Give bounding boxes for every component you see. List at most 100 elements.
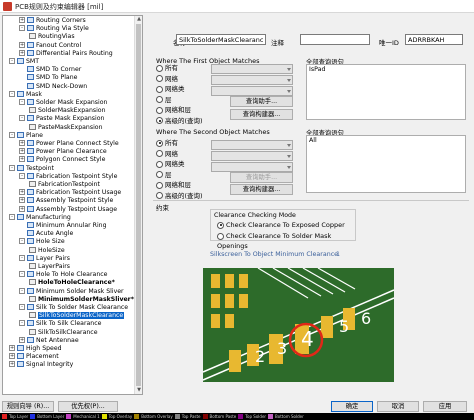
expand-icon[interactable]: +: [19, 156, 25, 163]
collapse-icon[interactable]: -: [19, 238, 25, 245]
tree-category-item[interactable]: + Fabrication Testpoint Usage: [19, 189, 121, 197]
first-combo-3[interactable]: [211, 86, 293, 96]
cancel-button[interactable]: 取消: [377, 401, 419, 412]
tree-category-item[interactable]: - Fabrication Testpoint Style: [19, 172, 117, 181]
tree-rule-item[interactable]: MinimumSolderMaskSliver*: [29, 295, 134, 304]
layer-tab[interactable]: Mechanical 1: [64, 413, 100, 420]
second-combo-2[interactable]: [211, 151, 293, 161]
layer-tab[interactable]: Bottom Layer: [28, 413, 64, 420]
radio-icon[interactable]: [156, 139, 163, 147]
tree-category-item[interactable]: - Solder Mask Expansion: [19, 99, 107, 107]
collapse-icon[interactable]: -: [9, 164, 15, 171]
tree-category-item[interactable]: - Testpoint: [9, 164, 54, 173]
expand-icon[interactable]: +: [19, 197, 25, 204]
tree-rule-item[interactable]: HoleSize: [29, 246, 65, 255]
radio-icon[interactable]: [156, 75, 163, 82]
tree-category-item[interactable]: - Manufacturing: [9, 213, 71, 222]
expand-icon[interactable]: +: [19, 49, 25, 56]
tree-scroll-thumb[interactable]: [136, 24, 141, 386]
second-match-option[interactable]: 网络类: [156, 159, 185, 169]
second-combo-3[interactable]: [211, 162, 293, 172]
tree-category-item[interactable]: + Assembly Testpoint Style: [19, 197, 113, 205]
radio-icon[interactable]: [156, 171, 163, 178]
expand-icon[interactable]: +: [9, 353, 15, 360]
tree-rule-item[interactable]: SolderMaskExpansion: [29, 107, 106, 115]
radio-icon[interactable]: [156, 192, 163, 199]
collapse-icon[interactable]: -: [19, 172, 25, 179]
tree-category-item[interactable]: - Hole Size: [19, 238, 65, 246]
min-clearance-value[interactable]: 1: [336, 251, 340, 258]
tree-category-item[interactable]: - Minimum Solder Mask Sliver: [19, 287, 124, 296]
radio-icon[interactable]: [156, 96, 163, 103]
expand-icon[interactable]: +: [19, 41, 25, 48]
radio-icon[interactable]: [217, 221, 224, 229]
tree-category-item[interactable]: + Fanout Control: [19, 41, 81, 50]
collapse-icon[interactable]: -: [9, 131, 15, 138]
radio-icon[interactable]: [156, 106, 163, 114]
collapse-icon[interactable]: -: [19, 287, 25, 294]
second-full-query-box[interactable]: All: [306, 135, 466, 193]
tree-rule-item[interactable]: SilkToSolderMaskClearance: [29, 312, 125, 320]
first-full-query-box[interactable]: IsPad: [306, 64, 466, 120]
tree-category-item[interactable]: SMD Neck-Down: [19, 82, 87, 91]
radio-icon[interactable]: [217, 232, 224, 240]
collapse-icon[interactable]: -: [9, 213, 15, 220]
expand-icon[interactable]: +: [9, 345, 15, 351]
collapse-icon[interactable]: -: [19, 320, 25, 327]
second-combo-1[interactable]: [211, 140, 293, 150]
first-combo-2[interactable]: [211, 75, 293, 85]
expand-icon[interactable]: +: [19, 336, 25, 343]
layer-tab[interactable]: Top Paste: [173, 413, 201, 420]
tree-category-item[interactable]: + Power Plane Clearance: [19, 148, 107, 156]
tree-category-item[interactable]: + Placement: [9, 353, 59, 361]
tree-category-item[interactable]: + Differential Pairs Routing: [19, 49, 113, 58]
second-match-option[interactable]: 网络和层: [156, 180, 191, 190]
second-match-option[interactable]: 层: [156, 170, 172, 180]
radio-icon[interactable]: [156, 117, 163, 124]
layer-tab[interactable]: Bottom Paste: [201, 413, 236, 420]
first-query-helper-button[interactable]: 查询助手...: [230, 96, 293, 107]
tree-rule-item[interactable]: HoleToHoleClearance*: [29, 279, 115, 287]
first-match-option[interactable]: 高级的(查询): [156, 116, 203, 126]
collapse-icon[interactable]: -: [19, 115, 25, 122]
layer-tab[interactable]: Bottom Solder: [266, 413, 304, 420]
tree-scrollbar[interactable]: ▲ ▼: [134, 16, 142, 394]
tree-category-item[interactable]: - Paste Mask Expansion: [19, 115, 104, 123]
expand-icon[interactable]: +: [19, 205, 25, 212]
radio-icon[interactable]: [156, 181, 163, 189]
rule-name-input[interactable]: [176, 34, 266, 45]
apply-button[interactable]: 应用: [423, 401, 467, 412]
scroll-up-icon[interactable]: ▲: [135, 16, 142, 23]
tree-rule-item[interactable]: RoutingVias: [29, 33, 75, 41]
first-match-option[interactable]: 层: [156, 95, 172, 105]
tree-category-item[interactable]: Minimum Annular Ring: [19, 222, 107, 230]
tree-rule-item[interactable]: PasteMaskExpansion: [29, 123, 103, 132]
collapse-icon[interactable]: -: [9, 58, 15, 64]
first-query-builder-button[interactable]: 查询构建器...: [230, 109, 293, 120]
expand-icon[interactable]: +: [19, 148, 25, 155]
tree-rule-item[interactable]: FabricationTestpoint: [29, 181, 100, 189]
tree-category-item[interactable]: - Layer Pairs: [19, 254, 70, 263]
mode-option-mask-openings[interactable]: Check Clearance To Solder Mask Openings: [217, 231, 355, 250]
second-match-option[interactable]: 网络: [156, 149, 178, 159]
radio-icon[interactable]: [156, 64, 163, 72]
rules-tree[interactable]: + Routing Corners - Routing Via Style Routin…: [2, 15, 143, 395]
tree-category-item[interactable]: - Hole To Hole Clearance: [19, 271, 107, 279]
priorities-button[interactable]: 优先权(P)...: [58, 401, 118, 412]
expand-icon[interactable]: +: [19, 189, 25, 196]
collapse-icon[interactable]: -: [19, 271, 25, 278]
first-match-option[interactable]: 网络和层: [156, 105, 191, 115]
expand-icon[interactable]: +: [19, 140, 25, 146]
tree-category-item[interactable]: SMD To Corner: [19, 66, 81, 74]
first-match-option[interactable]: 网络: [156, 74, 178, 84]
first-match-option[interactable]: 所有: [156, 63, 178, 73]
scroll-down-icon[interactable]: ▼: [135, 387, 142, 394]
tree-category-item[interactable]: - Silk To Silk Clearance: [19, 320, 101, 328]
tree-category-item[interactable]: - SMT: [9, 58, 39, 66]
tree-rule-item[interactable]: LayerPairs: [29, 263, 70, 271]
second-query-builder-button[interactable]: 查询构建器...: [230, 184, 293, 195]
collapse-icon[interactable]: -: [19, 254, 25, 261]
first-match-option[interactable]: 网络类: [156, 84, 185, 94]
tree-category-item[interactable]: - Routing Via Style: [19, 25, 89, 33]
second-match-option[interactable]: 高级的(查询): [156, 191, 203, 201]
